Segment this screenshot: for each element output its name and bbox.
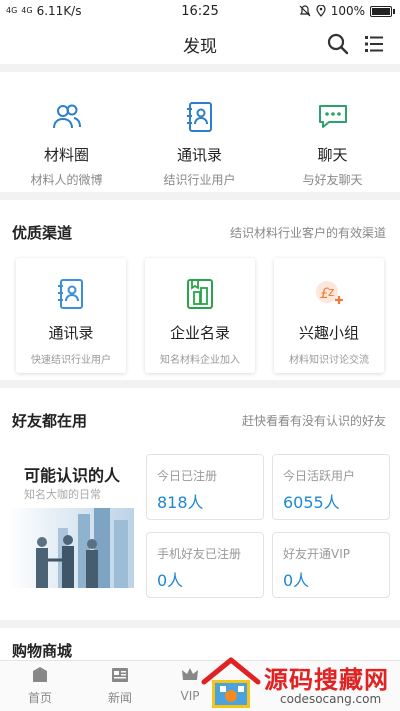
quick-link-chat[interactable]: 聊天 与好友聊天 [266, 100, 399, 188]
svg-text:z: z [328, 285, 334, 299]
search-icon [327, 33, 349, 55]
tab-label: 首页 [27, 691, 52, 705]
news-icon [112, 668, 128, 682]
stat-value: 0人 [283, 571, 310, 590]
quick-link-contacts[interactable]: 通讯录 结识行业用户 [133, 100, 266, 188]
channel-card-company-directory[interactable]: 企业名录 知名材料企业加入 [145, 258, 255, 373]
people-you-may-know-card[interactable]: 可能认识的人 知名大咖的日常 [8, 454, 134, 588]
stat-value: 818人 [157, 493, 204, 512]
quick-links: 材料圈 材料人的微博 通讯录 结识行业用户 聊天 与好友聊天 [0, 72, 400, 192]
top-bar: 发现 [0, 24, 400, 64]
tab-label: 新闻 [107, 691, 132, 705]
channel-card-subtitle: 知名材料企业加入 [160, 355, 240, 366]
quick-link-material-circle[interactable]: 材料圈 材料人的微博 [0, 100, 133, 188]
status-right: 100% [299, 4, 395, 18]
quick-link-title: 通讯录 [176, 146, 222, 164]
channel-card-title: 通讯录 [48, 324, 94, 342]
channel-card-contacts[interactable]: 通讯录 快速结识行业用户 [16, 258, 126, 373]
battery-icon [370, 5, 395, 17]
stat-label: 今日已注册 [157, 469, 218, 483]
stat-value: 0人 [157, 571, 184, 590]
tab-home[interactable]: 首页 [0, 665, 80, 706]
stat-label: 手机好友已注册 [157, 547, 242, 561]
section-subtitle: 结识材料行业客户的有效渠道 [229, 226, 386, 240]
chat-bubble-icon [318, 105, 347, 128]
stat-card-active-today[interactable]: 今日活跃用户 6055人 [272, 454, 390, 520]
stat-label: 今日活跃用户 [283, 469, 356, 483]
quick-link-title: 聊天 [317, 146, 348, 164]
company-directory-icon [187, 279, 213, 309]
stat-card-friends-vip[interactable]: 好友开通VIP 0人 [272, 532, 390, 598]
list-menu-icon [365, 36, 383, 52]
business-people-image [8, 508, 134, 588]
channel-card-interest-group[interactable]: £ z 兴趣小组 材料知识讨论交流 [274, 258, 384, 373]
quick-link-subtitle: 材料人的微博 [30, 173, 103, 187]
channel-card-title: 兴趣小组 [298, 324, 359, 342]
status-bar: 4G 4G 6.11K/s 16:25 100% [0, 0, 400, 24]
promo-subtitle: 知名大咖的日常 [24, 488, 101, 501]
contact-book-icon [58, 279, 83, 309]
channel-card-title: 企业名录 [169, 324, 230, 342]
promo-title: 可能认识的人 [24, 466, 121, 485]
house-logo [201, 657, 261, 708]
section-subtitle: 赶快看看有没有认识的好友 [241, 414, 386, 428]
battery-percent: 100% [330, 4, 365, 18]
section-title: 优质渠道 [12, 224, 73, 242]
channel-card-subtitle: 材料知识讨论交流 [289, 355, 369, 366]
watermark: 源码搜藏网 codesocang.com [200, 656, 400, 711]
friends-using-section: 好友都在用 赶快看看有没有认识的好友 可能认识的人 知名大咖的日常 今日已注册 … [0, 388, 400, 620]
section-title: 购物商城 [12, 642, 73, 660]
bell-mute-icon [299, 5, 311, 17]
search-button[interactable] [326, 32, 350, 56]
location-icon [316, 5, 326, 17]
watermark-url: codesocang.com [280, 692, 382, 706]
menu-button[interactable] [362, 32, 386, 56]
stat-card-phone-friends-registered[interactable]: 手机好友已注册 0人 [146, 532, 264, 598]
quick-link-subtitle: 与好友聊天 [302, 173, 363, 187]
interest-group-icon: £ z [316, 281, 343, 304]
stat-card-registered-today[interactable]: 今日已注册 818人 [146, 454, 264, 520]
channel-card-subtitle: 快速结识行业用户 [31, 355, 111, 366]
home-icon [33, 667, 47, 682]
section-title: 好友都在用 [12, 412, 88, 430]
stat-label: 好友开通VIP [283, 547, 350, 561]
watermark-text: 源码搜藏网 [264, 666, 389, 694]
tab-news[interactable]: 新闻 [80, 665, 160, 706]
contact-book-icon [186, 102, 212, 132]
people-icon [52, 104, 81, 129]
quick-link-title: 材料圈 [43, 146, 89, 164]
vip-crown-icon [182, 668, 198, 680]
quality-channels-section: 优质渠道 结识材料行业客户的有效渠道 通讯录 快速结识行业用户 企业名录 知名材… [0, 200, 400, 380]
quick-link-subtitle: 结识行业用户 [163, 173, 236, 187]
stat-value: 6055人 [283, 493, 340, 512]
